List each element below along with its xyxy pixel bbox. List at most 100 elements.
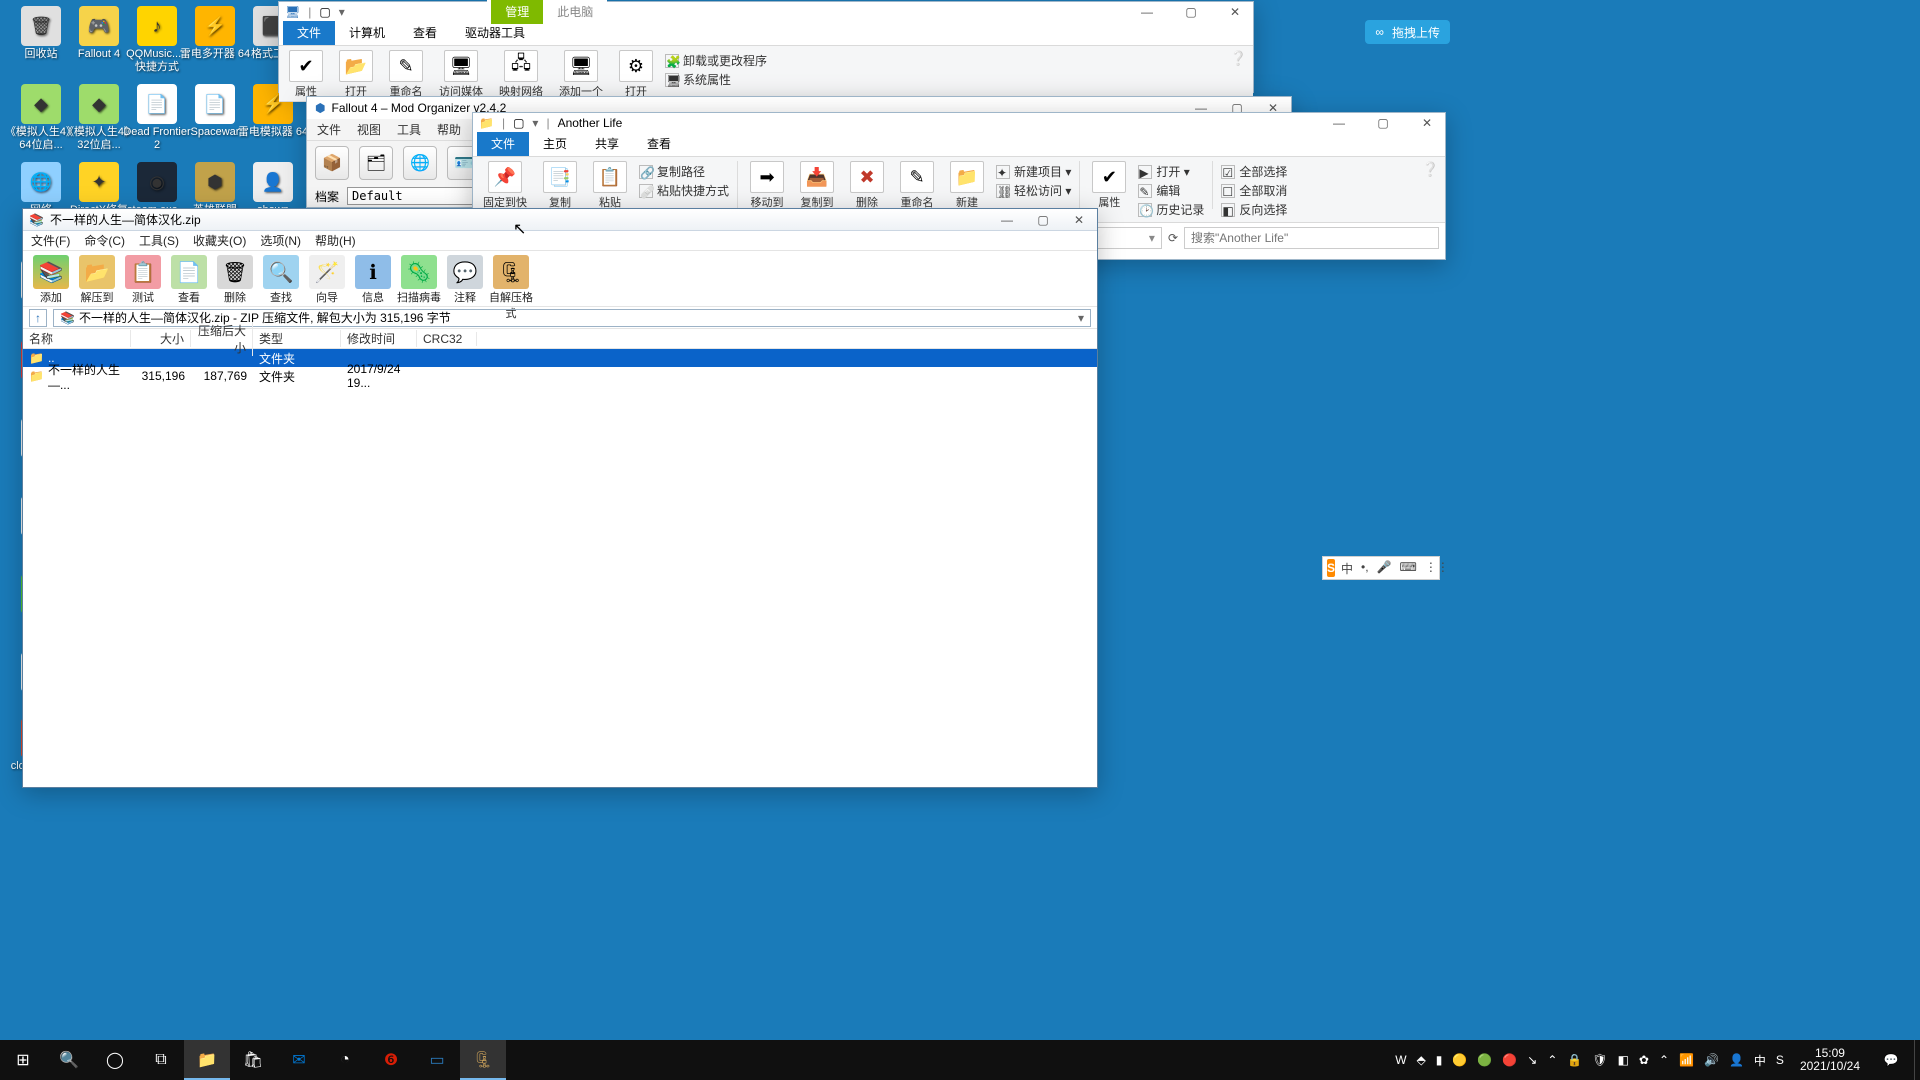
tray-icon[interactable]: ⌃ — [1547, 1053, 1557, 1067]
ribbon-item[interactable]: 🖥系统属性 — [665, 71, 767, 88]
ime-toolbar[interactable]: S 中•,🎤⌨⋮⋮ — [1322, 556, 1440, 580]
taskbar[interactable]: ⊞🔍◯⧉📁🛍✉◔❻▭🗜 W⬘▮🟡🟢🔴↘⌃🔒🛡◧✿⌃📶🔊👤中S 15:09 202… — [0, 1040, 1920, 1080]
ribbon-button[interactable]: ✎重命名 — [896, 161, 938, 210]
up-button[interactable]: ↑ — [29, 309, 47, 327]
ribbon-button[interactable]: ✖删除 — [846, 161, 888, 210]
toolbar-button[interactable]: 🌐 — [403, 146, 437, 180]
ribbon-tab[interactable]: 计算机 — [335, 21, 399, 45]
help-icon[interactable]: ❔ — [1230, 50, 1247, 67]
menu-item[interactable]: 帮助(H) — [315, 232, 356, 249]
taskbar-start-button[interactable]: ⊞ — [0, 1040, 46, 1080]
tray-icon[interactable]: ✿ — [1639, 1053, 1649, 1067]
column-header[interactable]: 类型 — [253, 330, 341, 347]
ime-button[interactable]: ⌨ — [1400, 560, 1417, 577]
ribbon-item[interactable]: ✎编辑 — [1138, 182, 1204, 199]
ribbon-button[interactable]: 🖥添加一个 — [555, 50, 607, 99]
toolbar-button[interactable]: 💬注释 — [443, 255, 487, 305]
taskbar-taskview-button[interactable]: ⧉ — [138, 1040, 184, 1080]
tray-icon[interactable]: 📶 — [1679, 1053, 1694, 1067]
notifications-button[interactable]: 💬 — [1868, 1040, 1914, 1080]
qat-dropdown-icon[interactable]: ▾ — [339, 5, 345, 19]
ribbon-button[interactable]: 📑复制 — [539, 161, 581, 210]
ribbon-button[interactable]: ✔属性 — [285, 50, 327, 99]
toolbar-button[interactable]: 🔍查找 — [259, 255, 303, 305]
tray-icon[interactable]: 🔴 — [1502, 1053, 1517, 1067]
toolbar-button[interactable]: 📋测试 — [121, 255, 165, 305]
explorer-this-pc-window[interactable]: 🖥 | ▢ ▾ 管理 此电脑 — ▢ ✕ 文件计算机查看驱动器工具 ✔属性📂打开… — [278, 1, 1254, 93]
file-row[interactable]: 📁不一样的人生—...315,196187,769文件夹2017/9/24 19… — [23, 367, 1097, 385]
qat-check-icon[interactable]: ▢ — [513, 116, 524, 130]
tray-icon[interactable]: 中 — [1754, 1052, 1766, 1069]
winrar-window[interactable]: 📚 不一样的人生—简体汉化.zip — ▢ ✕ 文件(F)命令(C)工具(S)收… — [22, 208, 1098, 788]
ribbon-item[interactable]: ☑全部选择 — [1221, 163, 1287, 180]
tray-icon[interactable]: W — [1395, 1053, 1406, 1067]
tray-icon[interactable]: 🔊 — [1704, 1053, 1719, 1067]
close-button[interactable]: ✕ — [1061, 209, 1097, 231]
ribbon-tab[interactable]: 查看 — [399, 21, 451, 45]
tray-icon[interactable]: 🔒 — [1567, 1053, 1582, 1067]
toolbar-button[interactable]: 📚添加 — [29, 255, 73, 305]
close-button[interactable]: ✕ — [1409, 112, 1445, 134]
ribbon-button[interactable]: ➡移动到 — [746, 161, 788, 210]
column-header[interactable]: 大小 — [131, 330, 191, 347]
show-desktop-button[interactable] — [1914, 1040, 1920, 1080]
taskbar-mail-button[interactable]: ✉ — [276, 1040, 322, 1080]
ribbon-tab[interactable]: 主页 — [529, 132, 581, 156]
ime-button[interactable]: •, — [1361, 560, 1369, 577]
menu-item[interactable]: 文件(F) — [31, 232, 70, 249]
taskbar-steam-button[interactable]: ◔ — [322, 1040, 368, 1080]
taskbar-store-button[interactable]: 🛍 — [230, 1040, 276, 1080]
column-header[interactable]: 压缩后大小 — [191, 322, 253, 356]
toolbar-button[interactable]: 🗑删除 — [213, 255, 257, 305]
toolbar-button[interactable]: ℹ信息 — [351, 255, 395, 305]
maximize-button[interactable]: ▢ — [1025, 209, 1061, 231]
maximize-button[interactable]: ▢ — [1365, 112, 1401, 134]
ribbon-item[interactable]: ✦新建项目 ▾ — [996, 163, 1071, 180]
ribbon-button[interactable]: ⚙打开 — [615, 50, 657, 99]
toolbar-button[interactable]: 🗂 — [359, 146, 393, 180]
ribbon-item[interactable]: ☐全部取消 — [1221, 182, 1287, 199]
tray-icon[interactable]: ◧ — [1618, 1053, 1629, 1067]
column-header[interactable]: 名称 — [23, 330, 131, 347]
tray-icon[interactable]: ⌃ — [1659, 1053, 1669, 1067]
ribbon-item[interactable]: ▶打开 ▾ — [1138, 163, 1204, 180]
ribbon-tab[interactable]: 文件 — [477, 132, 529, 156]
menu-item[interactable]: 命令(C) — [84, 232, 125, 249]
ribbon-button[interactable]: 📁新建 — [946, 161, 988, 210]
qat-save-icon[interactable]: ▢ — [319, 5, 330, 19]
file-row[interactable]: 📁..文件夹 — [23, 349, 1097, 367]
ribbon-item[interactable]: 🕑历史记录 — [1138, 201, 1204, 218]
toolbar-button[interactable]: 📂解压到 — [75, 255, 119, 305]
ribbon-button[interactable]: ✔属性 — [1088, 161, 1130, 210]
column-header[interactable]: CRC32 — [417, 332, 477, 346]
taskbar-winrar-button[interactable]: 🗜 — [460, 1040, 506, 1080]
menu-item[interactable]: 收藏夹(O) — [193, 232, 246, 249]
ribbon-item[interactable]: 🧩卸载或更改程序 — [665, 52, 767, 69]
ribbon-button[interactable]: 📥复制到 — [796, 161, 838, 210]
ribbon-button[interactable]: 🖥访问媒体 — [435, 50, 487, 99]
qat-dropdown-icon[interactable]: ▾ — [532, 116, 538, 130]
ribbon-tab[interactable]: 驱动器工具 — [451, 21, 539, 45]
menu-item[interactable]: 选项(N) — [260, 232, 301, 249]
help-icon[interactable]: ❔ — [1422, 161, 1439, 178]
toolbar-button[interactable]: 🦠扫描病毒 — [397, 255, 441, 305]
taskbar-search-button[interactable]: 🔍 — [46, 1040, 92, 1080]
ribbon-item[interactable]: 🩹粘贴快捷方式 — [639, 182, 729, 199]
ribbon-item[interactable]: ⛓轻松访问 ▾ — [996, 182, 1071, 199]
ime-button[interactable]: 中 — [1341, 560, 1353, 577]
cloud-upload-button[interactable]: ∞ 拖拽上传 — [1365, 20, 1450, 44]
maximize-button[interactable]: ▢ — [1173, 1, 1209, 23]
toolbar-button[interactable]: 📦 — [315, 146, 349, 180]
tray-icon[interactable]: ▮ — [1436, 1053, 1443, 1067]
taskbar-app1-button[interactable]: ▭ — [414, 1040, 460, 1080]
ribbon-button[interactable]: 🖧映射网络 — [495, 50, 547, 99]
menu-item[interactable]: 视图 — [357, 121, 381, 138]
menu-item[interactable]: 工具 — [397, 121, 421, 138]
toolbar-button[interactable]: 🪄向导 — [305, 255, 349, 305]
search-input[interactable] — [1184, 227, 1439, 249]
taskbar-cortana-button[interactable]: ◯ — [92, 1040, 138, 1080]
refresh-button[interactable]: ⟳ — [1168, 231, 1178, 245]
ribbon-tab[interactable]: 文件 — [283, 21, 335, 45]
tray-icon[interactable]: 🟢 — [1477, 1053, 1492, 1067]
menu-item[interactable]: 帮助 — [437, 121, 461, 138]
